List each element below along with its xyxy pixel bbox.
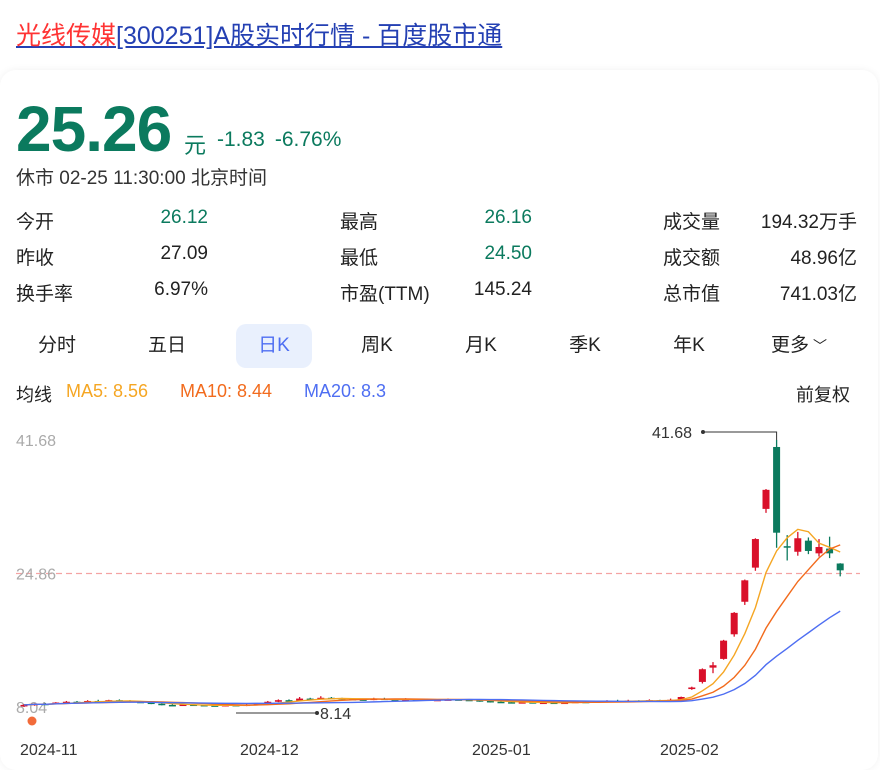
min-annotation-dot — [315, 711, 319, 715]
candle-body — [773, 446, 781, 533]
candle-body — [741, 580, 749, 602]
candle-body — [688, 687, 696, 690]
candle-body — [698, 669, 706, 682]
max-annotation-dot — [701, 430, 705, 434]
candle-body — [804, 540, 812, 551]
ma20-line — [23, 610, 841, 706]
max-label: 41.68 — [652, 425, 692, 442]
candle-body — [274, 700, 282, 702]
x-axis-label: 2025-01 — [472, 742, 531, 759]
candle-body — [709, 665, 717, 668]
x-axis-label: 2024-12 — [240, 742, 299, 759]
candle-body — [158, 703, 166, 706]
candle-body — [168, 704, 176, 707]
max-annotation-line — [703, 431, 778, 440]
candle-body — [497, 701, 505, 704]
candle-body — [815, 546, 823, 554]
ma5-line — [23, 528, 841, 707]
min-label: 8.14 — [320, 706, 351, 723]
x-axis-label: 2024-11 — [20, 742, 78, 759]
y-tick-label: 8.04 — [16, 700, 47, 717]
kline-chart[interactable]: 41.68 24.86 8.04 41.68 8.14 2024-11 2024-12 202… — [0, 0, 880, 766]
current-dot — [27, 716, 37, 726]
candle-body — [836, 563, 844, 571]
candle-body — [730, 612, 738, 635]
ma10-line — [23, 544, 841, 706]
x-axis-label: 2025-02 — [660, 742, 719, 759]
candle-body — [508, 702, 516, 704]
candle-body — [720, 640, 728, 659]
candle-body — [751, 539, 759, 568]
candle-body — [762, 489, 770, 509]
y-tick-label: 24.86 — [16, 567, 56, 584]
candle-body — [794, 538, 802, 552]
y-tick-label: 41.68 — [16, 433, 56, 450]
candle-body — [783, 546, 791, 548]
